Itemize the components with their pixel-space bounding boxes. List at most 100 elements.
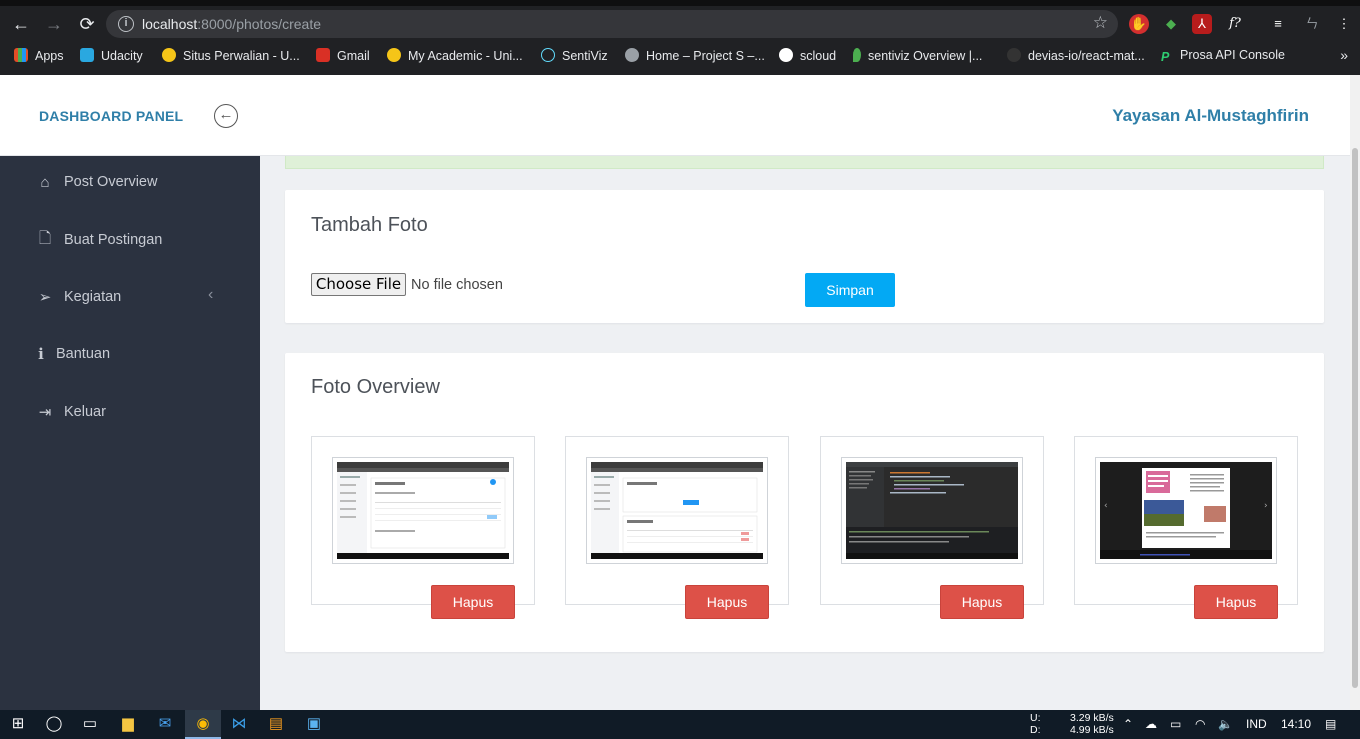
university-seal-icon <box>162 48 176 62</box>
search-circle-icon[interactable]: ◯ <box>44 715 64 733</box>
download-speed: 4.99 kB/s <box>1070 724 1114 736</box>
github-icon <box>1007 48 1021 62</box>
file-explorer-icon[interactable]: ▆ <box>118 715 138 733</box>
bookmark-sentiviz[interactable]: SentiViz <box>541 48 608 63</box>
reload-icon[interactable]: ⟳ <box>76 13 98 35</box>
react-icon <box>541 48 555 62</box>
bookmark-scloud[interactable]: scloud <box>779 48 836 63</box>
chevron-up-icon[interactable]: ⌃ <box>1123 717 1133 731</box>
bookmark-home-project[interactable]: Home – Project S –... <box>625 48 765 63</box>
sidebar-item-label: Keluar <box>64 404 106 420</box>
save-button[interactable]: Simpan <box>805 273 895 307</box>
mongodb-leaf-icon <box>853 48 861 62</box>
bookmark-udacity[interactable]: Udacity <box>80 48 143 63</box>
bookmark-star-icon[interactable]: ☆ <box>1093 13 1108 33</box>
colorzilla-extension-icon[interactable]: ◆ <box>1161 14 1181 34</box>
media-control-icon[interactable]: ≡ <box>1268 14 1288 34</box>
sidebar: ⌂ Post Overview 🗋 Buat Postingan ➢ Kegia… <box>0 156 260 710</box>
delete-button[interactable]: Hapus <box>431 585 515 619</box>
network-speed-meter: U: D: 3.29 kB/s 4.99 kB/s <box>1030 712 1114 736</box>
choose-file-button[interactable]: Choose File <box>311 273 406 296</box>
photo-thumbnail[interactable] <box>586 457 768 564</box>
sidebar-item-kegiatan[interactable]: ➢ Kegiatan <box>36 286 236 308</box>
udacity-icon <box>80 48 94 62</box>
bookmark-sentiviz-overview[interactable]: sentiviz Overview |... <box>853 48 982 63</box>
file-status-text: No file chosen <box>411 277 503 293</box>
photo-thumbnail[interactable] <box>332 457 514 564</box>
apps-grid-icon <box>14 48 28 62</box>
photo-item: Hapus <box>311 436 535 619</box>
clock[interactable]: 14:10 <box>1281 717 1311 731</box>
photo-item: Hapus <box>820 436 1044 619</box>
windows-taskbar: ⊞ ◯ ▭ ▆ ✉ ◉ ⋈ ▤ ▣ U: D: 3.29 kB/s 4.99 k… <box>0 710 1360 739</box>
photo-item: ‹ › Hapus <box>1074 436 1298 619</box>
sign-out-icon: ⇥ <box>38 404 52 421</box>
brand-title[interactable]: DASHBOARD PANEL <box>39 108 183 124</box>
code-editor-screenshot-image <box>846 462 1018 559</box>
university-seal-icon <box>387 48 401 62</box>
file-icon: 🗋 <box>38 229 52 247</box>
task-view-icon[interactable]: ▭ <box>80 715 100 733</box>
windows-start-icon[interactable]: ⊞ <box>8 715 28 733</box>
upload-card: Tambah Foto Choose File No file chosen S… <box>285 190 1324 323</box>
battery-icon[interactable]: ▭ <box>1170 717 1181 731</box>
gmail-icon <box>316 48 330 62</box>
chevron-left-icon[interactable]: ‹ <box>208 286 213 304</box>
sublime-text-icon[interactable]: ▤ <box>266 715 286 733</box>
adblock-extension-icon[interactable]: ✋ <box>1129 14 1149 34</box>
url-text[interactable]: localhost:8000/photos/create <box>142 16 321 32</box>
pdf-extension-icon[interactable]: ⅄ <box>1192 14 1212 34</box>
onedrive-cloud-icon[interactable]: ☁ <box>1145 717 1157 731</box>
svg-text:›: › <box>1264 501 1268 511</box>
upload-card-title: Tambah Foto <box>311 214 428 236</box>
bookmark-prosa-api[interactable]: P Prosa API Console <box>1161 48 1285 64</box>
svg-text:‹: ‹ <box>1104 501 1108 511</box>
vscode-icon[interactable]: ⋈ <box>229 715 249 733</box>
chrome-menu-icon[interactable]: ⋮ <box>1334 14 1354 34</box>
dashboard-screenshot-image <box>591 462 763 559</box>
mail-icon[interactable]: ✉ <box>155 715 175 733</box>
sidebar-item-keluar[interactable]: ⇥ Keluar <box>36 401 106 423</box>
chrome-icon[interactable]: ◉ <box>193 715 213 733</box>
navigation-row: ← → ⟳ i localhost:8000/photos/create ☆ ✋… <box>0 6 1360 42</box>
forward-arrow-icon[interactable]: → <box>43 13 65 35</box>
sidebar-item-buat-postingan[interactable]: 🗋 Buat Postingan <box>36 229 162 251</box>
bookmark-devias[interactable]: devias-io/react-mat... <box>1007 48 1145 63</box>
translate-extension-icon[interactable]: ㄣ <box>1302 14 1322 34</box>
organization-name[interactable]: Yayasan Al-Mustaghfirin <box>1112 106 1309 126</box>
more-bookmarks-button[interactable]: » <box>1340 47 1348 63</box>
photo-thumbnail[interactable]: ‹ › <box>1095 457 1277 564</box>
page-scrollbar[interactable] <box>1350 75 1360 710</box>
sidebar-item-post-overview[interactable]: ⌂ Post Overview <box>36 171 157 193</box>
dashboard-screenshot-image <box>337 462 509 559</box>
sidebar-item-bantuan[interactable]: i Bantuan <box>36 343 110 365</box>
photo-thumbnail[interactable] <box>841 457 1023 564</box>
paper-plane-icon: ➢ <box>38 289 52 306</box>
back-arrow-icon[interactable]: ← <box>10 13 32 35</box>
delete-button[interactable]: Hapus <box>1194 585 1278 619</box>
bookmark-my-academic[interactable]: My Academic - Uni... <box>387 48 523 63</box>
sidebar-item-label: Post Overview <box>64 174 158 190</box>
bookmark-situs-perwalian[interactable]: Situs Perwalian - U... <box>162 48 300 63</box>
sidebar-toggle-back-icon[interactable]: ← <box>214 104 238 128</box>
function-extension-icon[interactable]: f? <box>1225 14 1245 34</box>
upload-label: U: <box>1030 712 1041 724</box>
volume-icon[interactable]: 🔈 <box>1218 717 1233 731</box>
wifi-icon[interactable]: ◠ <box>1195 717 1205 731</box>
delete-button[interactable]: Hapus <box>685 585 769 619</box>
sidebar-item-label: Buat Postingan <box>64 232 163 248</box>
photos-icon[interactable]: ▣ <box>304 715 324 733</box>
language-indicator[interactable]: IND <box>1246 717 1267 731</box>
page-viewport: DASHBOARD PANEL ← Yayasan Al-Mustaghfiri… <box>0 75 1360 710</box>
bookmarks-bar: Apps Udacity Situs Perwalian - U... Gmai… <box>0 42 1360 70</box>
bookmark-gmail[interactable]: Gmail <box>316 48 370 63</box>
delete-button[interactable]: Hapus <box>940 585 1024 619</box>
info-icon[interactable]: i <box>118 16 134 32</box>
scrollbar-thumb[interactable] <box>1352 148 1358 688</box>
address-bar[interactable]: i localhost:8000/photos/create ☆ <box>106 10 1118 38</box>
document-viewer-screenshot-image: ‹ › <box>1100 462 1272 559</box>
sidebar-item-label: Kegiatan <box>64 289 122 305</box>
notification-icon[interactable]: ▤ <box>1325 717 1336 731</box>
sidebar-item-label: Bantuan <box>56 346 111 362</box>
bookmark-apps[interactable]: Apps <box>14 48 64 63</box>
